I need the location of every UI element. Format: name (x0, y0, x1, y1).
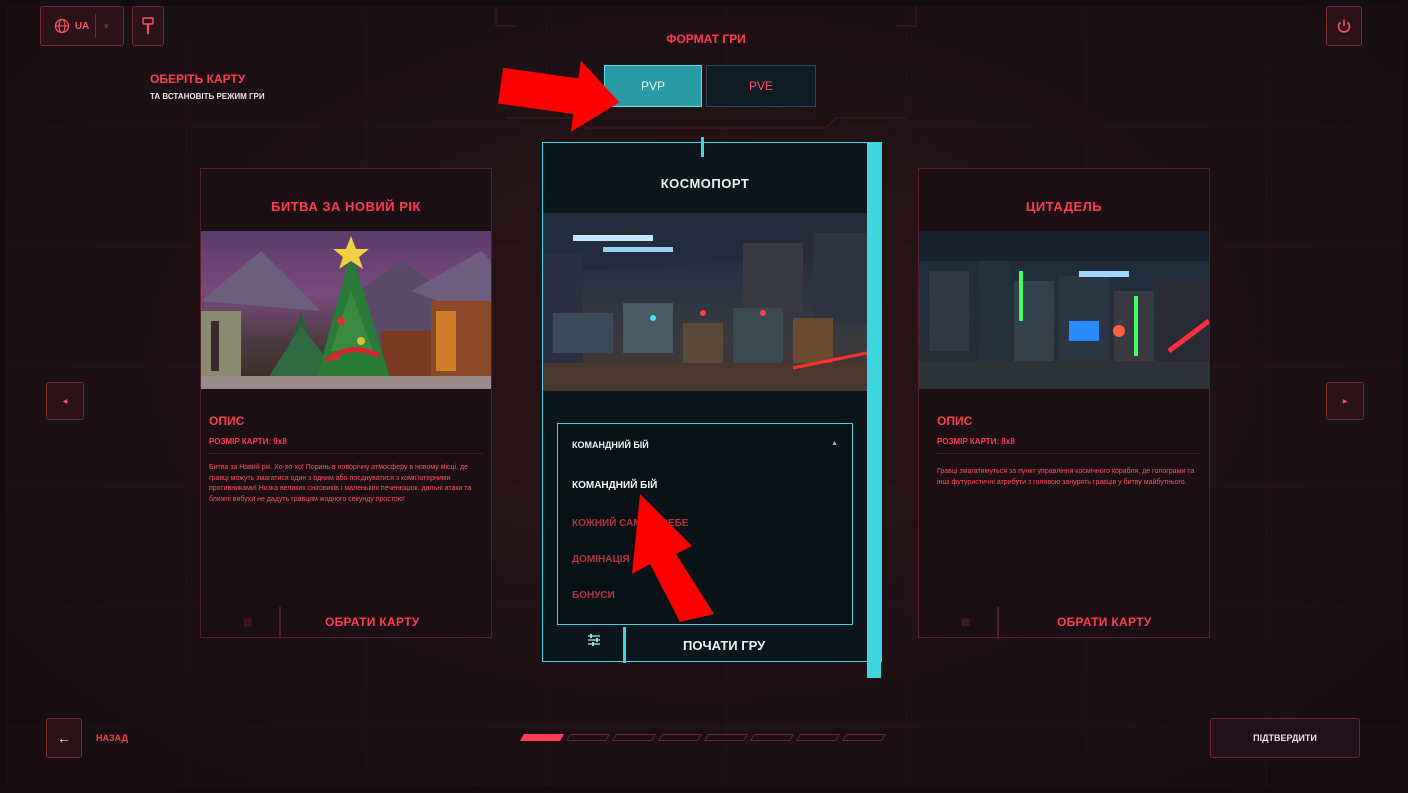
select-map-subtitle: ТА ВСТАНОВІТЬ РЕЖИМ ГРИ (150, 92, 265, 101)
tool-icon (142, 17, 154, 34)
select-map-button[interactable]: ОБРАТИ КАРТУ (325, 615, 420, 629)
pagination-dot[interactable] (611, 734, 657, 741)
prev-map-button[interactable]: ◀ (46, 382, 84, 420)
globe-icon (54, 18, 69, 34)
pagination-dot[interactable] (841, 734, 887, 741)
pagination-dot[interactable] (795, 734, 841, 741)
arrow-left-icon: ← (57, 730, 71, 746)
map-card-title: ЦИТАДЕЛЬ (1025, 199, 1103, 214)
grid-icon: ▦ (961, 617, 971, 628)
power-icon (1337, 19, 1351, 33)
map-description: Гравці змагатимуться за пункт управління… (937, 468, 1195, 486)
pagination-dot[interactable] (703, 734, 749, 741)
chevron-right-icon: ▶ (1342, 398, 1348, 405)
button-divider (279, 607, 281, 639)
game-format-label: ФОРМАТ ГРИ (666, 32, 746, 46)
tool-button[interactable] (132, 6, 164, 46)
map-card-left: БИТВА ЗА НОВИЙ РІК ОПИС РОЗМІР КАРТИ: 9x… (200, 168, 492, 639)
confirm-label: ПІДТВЕРДИТИ (1253, 733, 1317, 743)
divider (937, 453, 1201, 454)
pagination-dot[interactable] (519, 734, 565, 741)
tab-pve-label: PVE (748, 79, 773, 93)
tab-pve[interactable]: PVE (706, 65, 816, 107)
confirm-button[interactable]: ПІДТВЕРДИТИ (1210, 718, 1360, 758)
map-preview-scene (919, 231, 1209, 389)
pagination-dot[interactable] (749, 734, 795, 741)
map-size: РОЗМІР КАРТИ: 8x8 (937, 437, 1015, 446)
pagination-dot[interactable] (657, 734, 703, 741)
select-map-button[interactable]: ОБРАТИ КАРТУ (1057, 615, 1152, 629)
selected-accent-bar (867, 143, 881, 678)
next-map-button[interactable]: ▶ (1326, 382, 1364, 420)
grid-icon: ▦ (243, 617, 253, 628)
description-title: ОПИС (209, 414, 245, 428)
pagination (519, 732, 902, 744)
start-game-button[interactable]: ПОЧАТИ ГРУ (683, 638, 765, 653)
map-preview-scene (201, 236, 491, 389)
caret-up-icon: ▲ (831, 440, 838, 447)
chevron-left-icon: ◀ (62, 398, 68, 405)
select-map-title: ОБЕРІТЬ КАРТУ (150, 72, 246, 86)
sliders-icon[interactable] (587, 633, 601, 652)
map-card-title: КОСМОПОРТ (660, 176, 750, 191)
annotation-arrow-top (498, 60, 620, 132)
dropdown-selected[interactable]: КОМАНДНИЙ БІЙ (572, 440, 649, 450)
divider (209, 453, 483, 454)
map-size: РОЗМІР КАРТИ: 9x8 (209, 437, 287, 446)
language-code: UA (74, 20, 90, 32)
tab-pvp-label: PVP (640, 79, 665, 93)
back-label[interactable]: НАЗАД (96, 733, 128, 743)
chevron-down-icon: ▼ (102, 21, 111, 31)
map-preview-image (201, 231, 491, 389)
map-preview-scene (543, 213, 867, 391)
map-description: Битва за Новий рік. Хо-хо-хо! Поринь в н… (209, 464, 472, 503)
button-divider (623, 627, 626, 663)
description-title: ОПИС (937, 414, 973, 428)
back-button[interactable]: ← (46, 718, 82, 758)
map-card-title: БИТВА ЗА НОВИЙ РІК (271, 199, 421, 214)
power-button[interactable] (1326, 6, 1362, 46)
card-notch (701, 137, 704, 157)
language-selector[interactable]: UA ▼ (40, 6, 124, 46)
map-card-right: ЦИТАДЕЛЬ ОПИС РОЗМІР КАРТИ: 8x8 Гравці з… (918, 168, 1210, 639)
map-preview-image (543, 213, 867, 391)
language-divider (95, 14, 97, 38)
annotation-arrow-bottom (632, 494, 714, 622)
game-screen: UA ▼ ФОРМАТ ГРИ ОБЕРІТЬ КАРТУ ТА ВСТАНОВ… (6, 6, 1402, 787)
pagination-dot[interactable] (565, 734, 611, 741)
dropdown-option[interactable]: БОНУСИ (572, 590, 615, 601)
map-preview-image (919, 231, 1209, 389)
button-divider (997, 607, 999, 639)
